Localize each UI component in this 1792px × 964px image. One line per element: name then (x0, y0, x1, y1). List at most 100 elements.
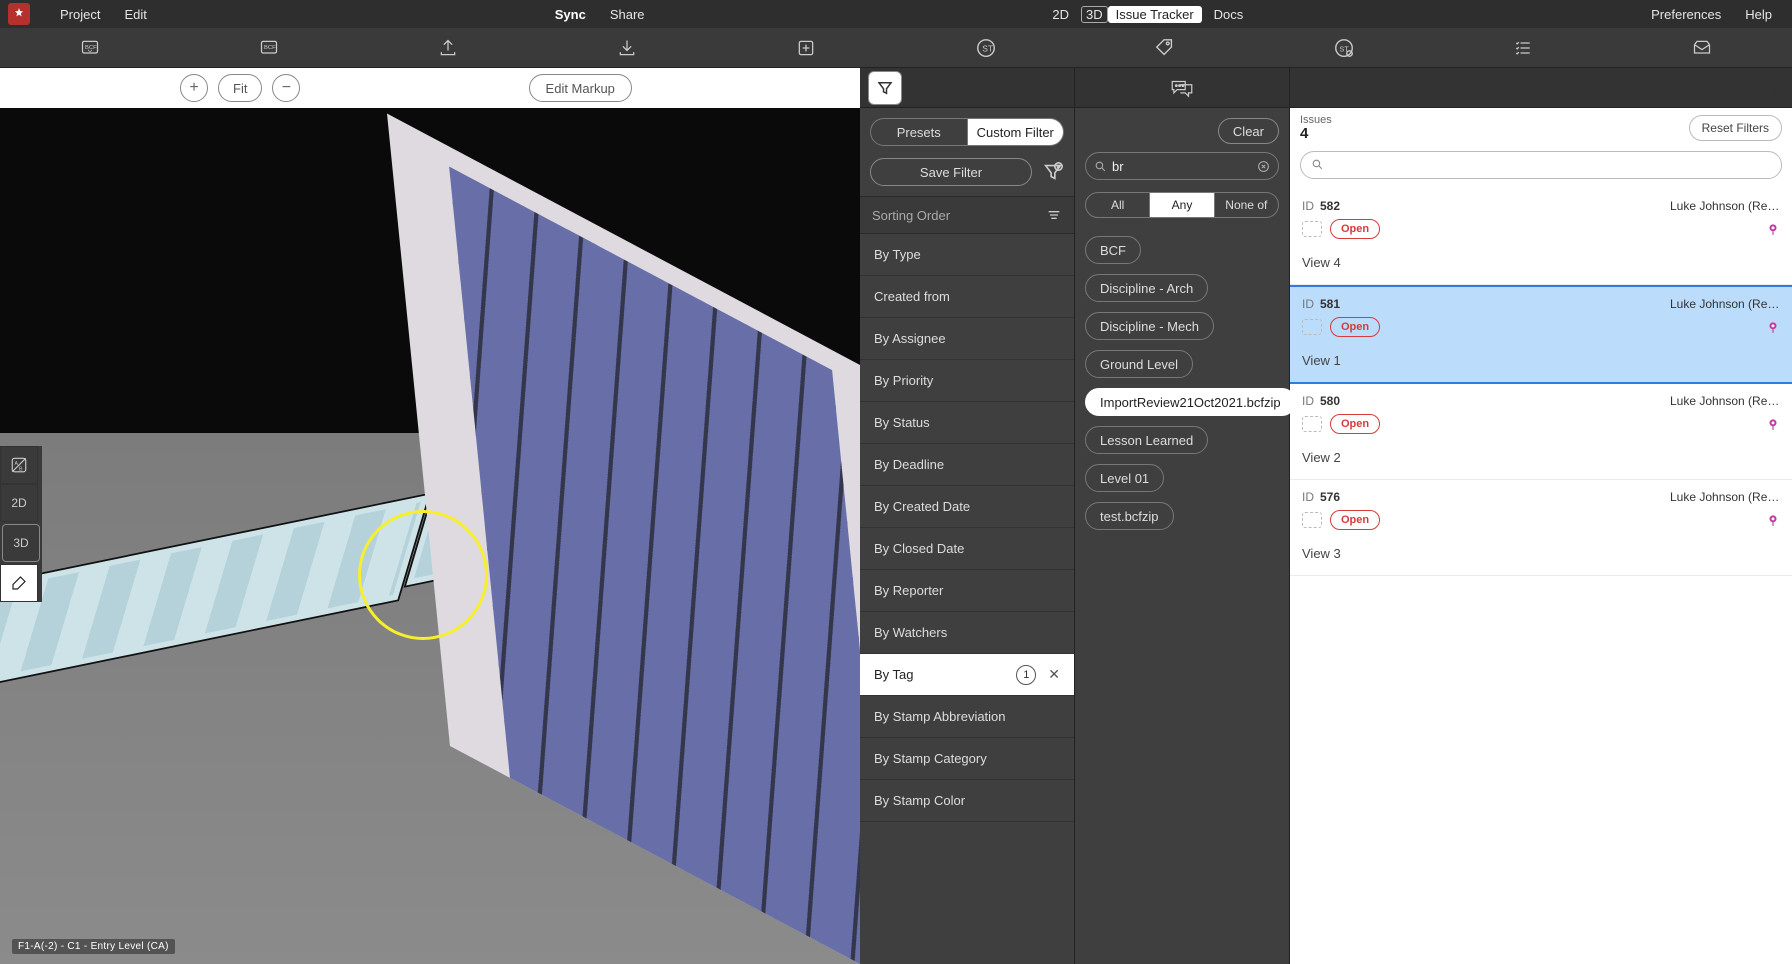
tag-chip[interactable]: ImportReview21Oct2021.bcfzip (1085, 388, 1296, 416)
tag-chip[interactable]: Discipline - Mech (1085, 312, 1214, 340)
seg-all[interactable]: All (1085, 192, 1150, 218)
filter-item-label: By Stamp Abbreviation (874, 709, 1006, 724)
filter-item[interactable]: Created from (860, 276, 1074, 318)
tag-chip[interactable]: Level 01 (1085, 464, 1164, 492)
filter-item[interactable]: By Stamp Color (860, 780, 1074, 822)
info-button[interactable] (1766, 79, 1784, 97)
svg-text:ST: ST (1339, 44, 1349, 53)
issue-card[interactable]: ID582Luke Johnson (Revi...OpenView 4 (1290, 189, 1792, 285)
zoom-in-button[interactable]: + (180, 74, 208, 102)
filter-item-label: By Stamp Color (874, 793, 965, 808)
filter-item[interactable]: By Stamp Category (860, 738, 1074, 780)
sort-icon[interactable] (1046, 207, 1062, 223)
svg-text:B: B (19, 466, 23, 472)
markup-circle[interactable] (358, 510, 488, 640)
issue-status: Open (1330, 317, 1380, 337)
viewport-3d[interactable]: F1-A(-2) - C1 - Entry Level (CA) AB 2D 3… (0, 108, 860, 964)
tag-chip[interactable]: Ground Level (1085, 350, 1193, 378)
tag-chip[interactable]: Discipline - Arch (1085, 274, 1208, 302)
fit-button[interactable]: Fit (218, 74, 262, 102)
save-filter-button[interactable]: Save Filter (870, 158, 1032, 186)
filter-item[interactable]: By Reporter (860, 570, 1074, 612)
custom-filter-segment[interactable]: Custom Filter (968, 118, 1065, 146)
clear-tags-button[interactable]: Clear (1218, 118, 1279, 144)
add-square-icon[interactable] (788, 32, 824, 64)
filter-mode-segment: Presets Custom Filter (860, 108, 1074, 152)
pin-icon[interactable] (1766, 513, 1780, 527)
sorting-order-label: Sorting Order (872, 208, 950, 223)
filter-item-label: By Closed Date (874, 541, 964, 556)
filter-item[interactable]: By Assignee (860, 318, 1074, 360)
filter-icon[interactable] (868, 71, 902, 105)
mode-2d-tool[interactable]: 2D (0, 484, 38, 522)
pin-icon[interactable] (1766, 222, 1780, 236)
presets-segment[interactable]: Presets (870, 118, 968, 146)
bcf-refresh-icon[interactable]: BCF (72, 32, 108, 64)
download-icon[interactable] (609, 32, 645, 64)
issue-card[interactable]: ID580Luke Johnson (Revi...OpenView 2 (1290, 384, 1792, 480)
issue-id: 581 (1320, 297, 1340, 311)
filter-item-label: By Created Date (874, 499, 970, 514)
filter-item[interactable]: By Created Date (860, 486, 1074, 528)
stamp-icon[interactable]: ST (968, 32, 1004, 64)
edit-markup-button[interactable]: Edit Markup (529, 74, 632, 102)
main-area: + Fit − Edit Markup F1-A(-2) - C1 - Entr… (0, 68, 1792, 964)
inbox-icon[interactable] (1684, 32, 1720, 64)
view-toolbar: + Fit − Edit Markup (0, 68, 860, 108)
issues-search[interactable] (1300, 151, 1782, 179)
app-logo[interactable] (8, 3, 30, 25)
issue-author: Luke Johnson (Revi... (1670, 199, 1780, 213)
issue-thumb (1302, 221, 1322, 237)
filter-item[interactable]: By Deadline (860, 444, 1074, 486)
pin-icon[interactable] (1766, 417, 1780, 431)
issue-id-label: ID (1302, 297, 1314, 311)
filter-item[interactable]: By Type (860, 234, 1074, 276)
stamp-settings-icon[interactable]: ST (1326, 32, 1362, 64)
issue-id: 576 (1320, 490, 1340, 504)
menu-docs[interactable]: Docs (1202, 7, 1256, 22)
tag-chip[interactable]: BCF (1085, 236, 1141, 264)
tag-search[interactable] (1085, 152, 1279, 180)
menu-3d[interactable]: 3D (1081, 6, 1108, 23)
search-icon (1094, 160, 1107, 173)
filter-item[interactable]: By Stamp Abbreviation (860, 696, 1074, 738)
menu-sync[interactable]: Sync (543, 7, 598, 22)
clear-funnel-icon[interactable] (1042, 161, 1064, 183)
tag-icon[interactable] (1147, 32, 1183, 64)
seg-any[interactable]: Any (1150, 192, 1213, 218)
checklist-icon[interactable] (1505, 32, 1541, 64)
filter-item[interactable]: By Closed Date (860, 528, 1074, 570)
seg-none[interactable]: None of (1214, 192, 1279, 218)
tag-chip[interactable]: Lesson Learned (1085, 426, 1208, 454)
tag-search-input[interactable] (1112, 159, 1250, 174)
issue-id-label: ID (1302, 394, 1314, 408)
issues-search-input[interactable] (1329, 157, 1771, 172)
menu-2d[interactable]: 2D (1040, 7, 1081, 22)
zoom-out-button[interactable]: − (272, 74, 300, 102)
filter-item-label: By Stamp Category (874, 751, 987, 766)
tag-chip[interactable]: test.bcfzip (1085, 502, 1174, 530)
filter-item[interactable]: By Watchers (860, 612, 1074, 654)
filter-item[interactable]: By Status (860, 402, 1074, 444)
filter-item-label: By Type (874, 247, 921, 262)
remove-filter-icon[interactable]: ✕ (1048, 666, 1060, 683)
filter-item[interactable]: By Priority (860, 360, 1074, 402)
menu-edit[interactable]: Edit (112, 7, 158, 22)
chat-icon[interactable] (1169, 77, 1195, 99)
clear-search-icon[interactable] (1257, 160, 1270, 173)
mode-3d-tool[interactable]: 3D (2, 524, 40, 562)
bcf-export-icon[interactable]: BCF (251, 32, 287, 64)
menu-project[interactable]: Project (48, 7, 112, 22)
pin-icon[interactable] (1766, 320, 1780, 334)
ab-tool[interactable]: AB (0, 446, 38, 484)
issue-card[interactable]: ID576Luke Johnson (Revi...OpenView 3 (1290, 480, 1792, 576)
menu-help[interactable]: Help (1733, 7, 1784, 22)
menu-issue-tracker[interactable]: Issue Tracker (1108, 6, 1202, 23)
menu-share[interactable]: Share (598, 7, 657, 22)
filter-item[interactable]: By Tag1✕ (860, 654, 1074, 696)
issue-card[interactable]: ID581Luke Johnson (Revi...OpenView 1 (1290, 285, 1792, 384)
upload-icon[interactable] (430, 32, 466, 64)
reset-filters-button[interactable]: Reset Filters (1689, 115, 1782, 141)
menu-preferences[interactable]: Preferences (1639, 7, 1733, 22)
pen-tool[interactable] (0, 564, 38, 602)
